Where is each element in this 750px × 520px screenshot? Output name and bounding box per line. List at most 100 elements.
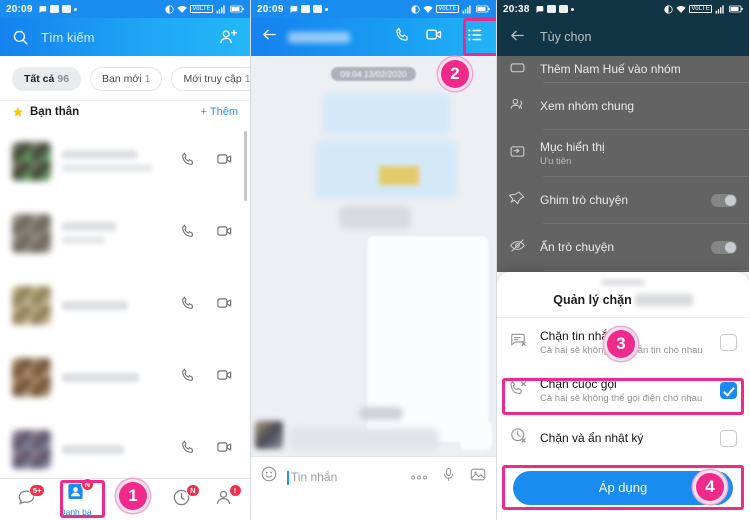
wifi-icon xyxy=(676,5,687,13)
contact-list[interactable] xyxy=(0,125,250,485)
dnd-icon xyxy=(664,4,674,14)
message-bubble[interactable] xyxy=(339,206,411,229)
video-camera-icon[interactable] xyxy=(216,294,234,317)
signal-bars-icon xyxy=(216,4,225,14)
smiley-icon[interactable] xyxy=(260,465,278,488)
block-history-title: Chặn và ẩn nhật ký xyxy=(540,431,644,445)
search-icon[interactable] xyxy=(12,29,29,46)
phone-icon[interactable] xyxy=(180,151,196,172)
chip-label: Mới truy cập xyxy=(183,73,242,85)
table-row[interactable] xyxy=(0,269,250,341)
message-bubble[interactable] xyxy=(289,428,439,450)
avatar xyxy=(12,285,51,325)
microphone-icon[interactable] xyxy=(441,466,456,488)
contact-list-scrollbar[interactable] xyxy=(244,131,247,201)
volte-icon: VoLTE xyxy=(436,5,459,13)
battery-icon xyxy=(729,5,743,13)
row-actions xyxy=(180,294,240,317)
video-camera-icon[interactable] xyxy=(216,150,234,173)
step-number: 1 xyxy=(128,486,138,505)
block-call-checkbox[interactable] xyxy=(720,381,737,399)
dnd-icon xyxy=(165,4,175,14)
nav-item-contacts[interactable]: N Danh bạ xyxy=(59,478,95,517)
battery-icon xyxy=(230,5,244,13)
chat-message-area[interactable]: 09:04 13/02/2020 Tin nhắn xyxy=(251,56,496,496)
more-dot-icon xyxy=(570,7,574,11)
page-title: Tùy chọn xyxy=(540,30,592,44)
video-camera-icon[interactable] xyxy=(425,25,444,49)
step-number: 2 xyxy=(450,64,460,83)
phone-icon[interactable] xyxy=(180,439,196,460)
avatar xyxy=(12,429,51,469)
back-arrow-icon[interactable] xyxy=(261,26,278,48)
toggle-hide-conversation[interactable] xyxy=(711,240,737,254)
block-message-checkbox[interactable] xyxy=(720,333,737,351)
message-bubble[interactable] xyxy=(323,93,451,135)
option-label: Ẩn trò chuyện xyxy=(540,240,615,254)
chip-new-friends[interactable]: Bạn mới 1 xyxy=(90,67,163,91)
chip-all[interactable]: Tất cả 96 xyxy=(12,67,82,91)
add-close-friend-link[interactable]: + Thêm xyxy=(201,106,238,118)
back-arrow-icon[interactable] xyxy=(509,27,526,47)
sidebar-item-label: Danh bạ xyxy=(59,507,92,517)
chip-count: 1 xyxy=(144,73,151,85)
chip-recent[interactable]: Mới truy cập15 xyxy=(171,67,250,91)
video-camera-icon[interactable] xyxy=(216,438,234,461)
sheet-title-text: Quản lý chặn xyxy=(553,293,632,307)
step-marker-3: 3 xyxy=(604,327,638,361)
avatar xyxy=(255,421,283,449)
star-icon xyxy=(13,107,23,117)
option-label: Thêm Nam Huế vào nhóm xyxy=(540,62,681,76)
block-history-checkbox[interactable] xyxy=(720,429,737,447)
table-row[interactable] xyxy=(0,341,250,413)
search-input[interactable]: Tìm kiếm xyxy=(41,30,94,45)
message-input[interactable]: Tin nhắn xyxy=(287,470,401,485)
attachment-thumb xyxy=(379,166,419,185)
section-title: Bạn thân xyxy=(30,106,80,118)
badge: 5+ xyxy=(28,483,46,497)
volte-icon: VoLTE xyxy=(190,5,213,13)
status-time: 20:09 xyxy=(257,3,284,15)
badge: N xyxy=(186,483,200,497)
nav-item-profile[interactable]: ! xyxy=(214,483,242,512)
table-row[interactable] xyxy=(0,125,250,197)
nav-item-timeline[interactable]: N xyxy=(172,483,200,512)
image-icon[interactable] xyxy=(469,466,487,488)
option-display-section[interactable]: Mục hiển thị Ưu tiên xyxy=(497,130,749,176)
sheet-grabber[interactable] xyxy=(601,279,645,286)
option-add-to-group[interactable]: Thêm Nam Huế vào nhóm xyxy=(497,56,749,82)
badge: ! xyxy=(228,483,242,497)
message-bubble[interactable] xyxy=(460,420,492,450)
avatar xyxy=(12,213,51,253)
nav-item-messages[interactable]: 5+ xyxy=(17,483,46,512)
contacts-icon: N xyxy=(66,478,95,506)
step-marker-1: 1 xyxy=(116,479,150,513)
phone-panel-chat: 20:09 VoLTE 09:04 13/02/2020 Tin nhắn 2 xyxy=(250,0,497,520)
chat-bubble-icon xyxy=(39,5,46,13)
list-menu-icon[interactable] xyxy=(466,26,484,49)
phone-icon[interactable] xyxy=(180,367,196,388)
block-call-row[interactable]: Chặn cuộc gọi Cả hai sẽ không thể gọi đi… xyxy=(497,366,749,414)
option-pin-conversation[interactable]: Ghim trò chuyện xyxy=(497,177,749,223)
row-actions xyxy=(180,150,240,173)
block-history-row[interactable]: Chặn và ẩn nhật ký xyxy=(497,414,749,462)
option-hide-conversation[interactable]: Ẩn trò chuyện xyxy=(497,224,749,270)
option-view-common-groups[interactable]: Xem nhóm chung xyxy=(497,83,749,129)
table-row[interactable] xyxy=(0,197,250,269)
status-system-icons: VoLTE xyxy=(664,4,743,14)
table-row[interactable] xyxy=(0,413,250,485)
message-bubble[interactable] xyxy=(359,407,403,420)
signal-bars-icon xyxy=(715,4,724,14)
options-list[interactable]: Thêm Nam Huế vào nhóm Xem nhóm chung Mục… xyxy=(497,56,749,301)
video-camera-icon[interactable] xyxy=(216,222,234,245)
video-camera-icon[interactable] xyxy=(216,366,234,389)
toggle-pin-conversation[interactable] xyxy=(711,193,737,207)
phone-icon[interactable] xyxy=(180,295,196,316)
more-dots-icon[interactable] xyxy=(410,468,428,486)
phone-icon[interactable] xyxy=(180,223,196,244)
add-person-icon[interactable] xyxy=(219,28,238,47)
more-dot-icon xyxy=(73,7,77,11)
contact-name xyxy=(62,444,169,454)
phone-icon[interactable] xyxy=(394,26,411,48)
row-actions xyxy=(180,366,240,389)
